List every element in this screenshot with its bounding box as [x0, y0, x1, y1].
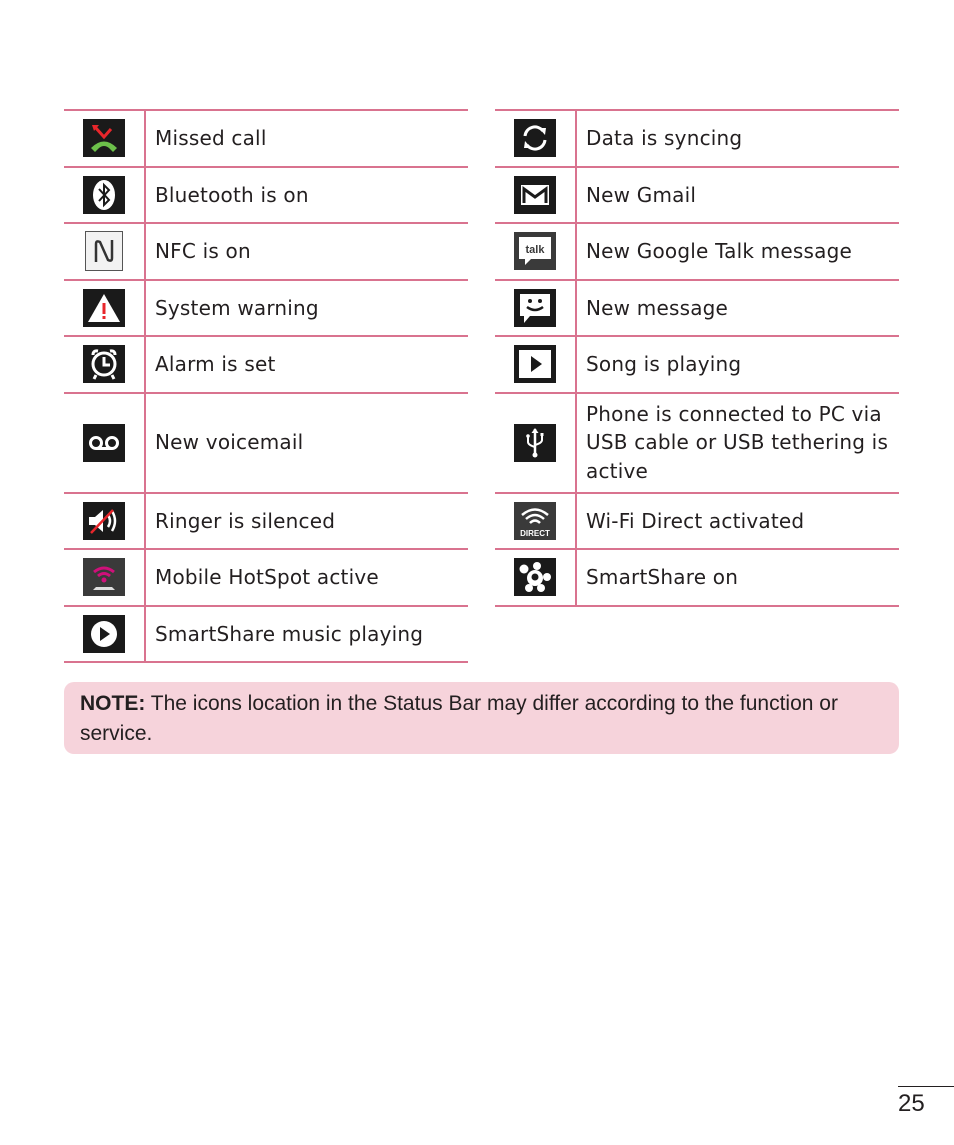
page-number: 25 — [898, 1090, 925, 1117]
note-prefix: NOTE: — [80, 692, 146, 715]
row-label: Wi-Fi Direct activated — [586, 508, 805, 533]
ringer-silenced-icon — [83, 501, 125, 540]
row-label: Song is playing — [586, 352, 742, 376]
table-row: Mobile HotSpot active — [64, 550, 468, 607]
table-row: Song is playing — [495, 337, 899, 394]
table-row: New message — [495, 280, 899, 337]
table-row: talk New Google Talk message — [495, 224, 899, 281]
svg-text:DIRECT: DIRECT — [520, 529, 550, 538]
table-row: Alarm is set — [64, 337, 468, 394]
row-label: Missed call — [155, 126, 267, 150]
hotspot-icon — [83, 558, 125, 597]
table-row: NFC is on — [64, 224, 468, 281]
table-row: New voicemail — [64, 393, 468, 494]
row-label: New voicemail — [155, 430, 304, 455]
row-label: SmartShare music playing — [155, 621, 424, 646]
warning-icon — [83, 288, 125, 327]
table-row: SmartShare music playing — [64, 606, 468, 663]
table-row: Phone is connected to PC via USB cable o… — [495, 393, 899, 494]
row-label: System warning — [155, 295, 319, 320]
table-row: Bluetooth is on — [64, 167, 468, 224]
row-label: Ringer is silenced — [155, 508, 336, 533]
row-label: Mobile HotSpot active — [155, 565, 379, 589]
row-label: New Gmail — [586, 182, 697, 207]
bluetooth-icon — [83, 175, 125, 214]
row-label: Phone is connected to PC via USB cable o… — [586, 401, 889, 483]
missed-call-icon — [83, 119, 125, 158]
song-playing-icon — [514, 345, 556, 384]
gmail-icon — [514, 175, 556, 214]
row-label: Bluetooth is on — [155, 182, 309, 207]
table-row: DIRECT Wi-Fi Direct activated — [495, 493, 899, 550]
row-label: New Google Talk message — [586, 239, 853, 263]
row-label: SmartShare on — [586, 565, 739, 589]
alarm-icon — [83, 345, 125, 384]
table-row: Missed call — [64, 109, 468, 168]
table-row: New Gmail — [495, 167, 899, 224]
smartshare-music-icon — [83, 614, 125, 653]
table-row: SmartShare on — [495, 550, 899, 607]
smartshare-icon — [514, 558, 556, 597]
usb-icon — [514, 423, 556, 462]
note-text: The icons location in the Status Bar may… — [80, 692, 838, 745]
svg-text:talk: talk — [526, 244, 546, 256]
row-label: New message — [586, 295, 729, 320]
table-row: Data is syncing — [495, 109, 899, 168]
nfc-icon — [85, 231, 123, 272]
row-label: Data is syncing — [586, 126, 743, 150]
page-number-rule — [898, 1086, 954, 1087]
status-icons-table-left: Missed call Bluetooth is on NFC is on Sy… — [64, 109, 468, 663]
row-label: Alarm is set — [155, 352, 276, 376]
status-icons-table-right: Data is syncing New Gmail talk New Googl… — [495, 109, 899, 607]
table-row: Ringer is silenced — [64, 493, 468, 550]
google-talk-icon: talk — [514, 232, 556, 271]
sync-icon — [514, 119, 556, 158]
voicemail-icon — [83, 423, 125, 462]
table-row: System warning — [64, 280, 468, 337]
row-label: NFC is on — [155, 239, 251, 263]
wifi-direct-icon: DIRECT — [514, 501, 556, 540]
message-icon — [514, 288, 556, 327]
note-box: NOTE: The icons location in the Status B… — [64, 682, 899, 754]
